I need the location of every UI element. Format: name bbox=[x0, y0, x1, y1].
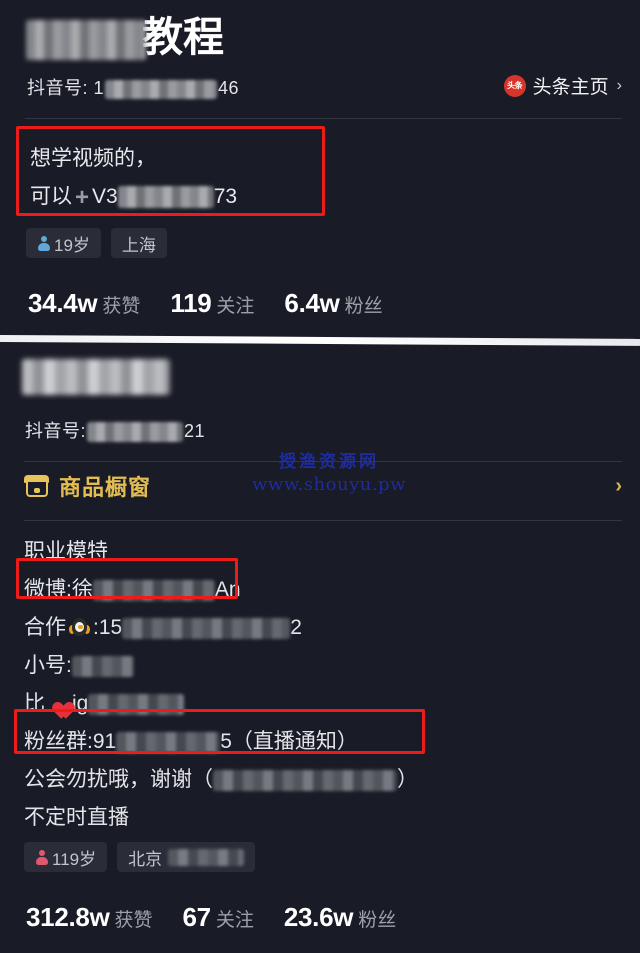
douyin-id-redacted-block bbox=[87, 422, 184, 443]
bio-line-2-tail: 73 bbox=[213, 185, 238, 208]
divider-above-shop bbox=[24, 461, 622, 462]
cooperation-mid: :15 bbox=[93, 616, 123, 639]
alt-account-redacted-block bbox=[71, 655, 134, 677]
qq-penguin-icon bbox=[69, 617, 90, 638]
fan-group-redacted-block bbox=[116, 731, 221, 753]
bio-line-instagram: 比 ig bbox=[24, 685, 418, 723]
tag-location-redacted-block bbox=[168, 848, 245, 866]
heart-icon bbox=[48, 694, 69, 713]
toutiao-homepage-link[interactable]: 头条 头条主页 › bbox=[503, 72, 622, 99]
stat-likes-label: 获赞 bbox=[114, 910, 153, 931]
stat-likes[interactable]: 34.4w 获赞 bbox=[28, 288, 140, 319]
tag-location-label: 北京 bbox=[128, 849, 163, 869]
stat-followers-label: 粉丝 bbox=[344, 296, 383, 317]
profile-1-tags: 19岁 上海 bbox=[26, 228, 167, 258]
stat-followers[interactable]: 6.4w 粉丝 bbox=[284, 288, 382, 319]
bio-line-2-prefix: 可以 bbox=[30, 185, 72, 208]
weibo-redacted-block bbox=[92, 579, 215, 601]
douyin-id-redacted-block bbox=[105, 79, 218, 99]
chevron-right-icon: › bbox=[616, 76, 622, 94]
guild-notice-redacted-block bbox=[213, 769, 397, 791]
divider-profile-1 bbox=[25, 118, 622, 119]
bio-line-occupation: 职业模特 bbox=[24, 540, 108, 563]
tag-location[interactable]: 上海 bbox=[110, 228, 167, 258]
bio-line-cooperation: 合作 :15 2 bbox=[24, 609, 418, 647]
stat-following-value: 67 bbox=[182, 902, 212, 932]
profile-2-tags: 119岁 北京 bbox=[24, 842, 256, 872]
stat-likes[interactable]: 312.8w 获赞 bbox=[26, 902, 153, 933]
douyin-profile-screenshot: 教程 抖音号: 1 46 头条 头条主页 › 想学视频的， 可以 + V3 73 19岁… bbox=[0, 0, 640, 953]
fan-group-mid: 5 bbox=[220, 730, 232, 753]
product-showcase-row[interactable]: 商品橱窗 › bbox=[24, 463, 622, 509]
alt-account-prefix: 小号: bbox=[24, 654, 72, 677]
douyin-id-label: 抖音号: bbox=[25, 421, 87, 441]
profile-1-douyin-id: 抖音号: 1 46 bbox=[27, 74, 239, 100]
stat-likes-value: 34.4w bbox=[28, 288, 98, 318]
cooperation-tail: 2 bbox=[290, 616, 302, 639]
stat-following[interactable]: 119 关注 bbox=[170, 288, 254, 319]
guild-notice-prefix: 公会勿扰哦，谢谢（ bbox=[24, 768, 213, 791]
bio-redacted-block bbox=[117, 186, 214, 209]
tag-age[interactable]: 119岁 bbox=[24, 842, 108, 872]
profile-1-stats: 34.4w 获赞 119 关注 6.4w 粉丝 bbox=[28, 288, 413, 319]
profile-2-douyin-id: 抖音号: 21 bbox=[25, 417, 205, 443]
instagram-mid: ig bbox=[72, 692, 89, 715]
profile-2-nickname-redacted bbox=[22, 359, 170, 395]
tag-age-label: 19岁 bbox=[54, 235, 90, 255]
instagram-prefix: 比 bbox=[24, 692, 45, 715]
cooperation-prefix: 合作 bbox=[24, 616, 66, 639]
stat-likes-value: 312.8w bbox=[26, 902, 110, 932]
section-separator bbox=[0, 335, 640, 346]
profile-2-stats: 312.8w 获赞 67 关注 23.6w 粉丝 bbox=[26, 902, 426, 933]
stat-following-value: 119 bbox=[170, 288, 212, 318]
toutiao-icon: 头条 bbox=[503, 74, 526, 97]
plus-icon: + bbox=[75, 184, 90, 211]
tag-location[interactable]: 北京 bbox=[117, 842, 256, 872]
instagram-redacted-block bbox=[88, 693, 185, 715]
stat-following-label: 关注 bbox=[216, 296, 255, 317]
toutiao-label: 头条主页 bbox=[532, 77, 609, 98]
person-icon bbox=[35, 849, 48, 865]
profile-1-nickname-text: 教程 bbox=[142, 14, 224, 60]
stat-following[interactable]: 67 关注 bbox=[183, 902, 254, 933]
douyin-id-tail: 46 bbox=[218, 78, 240, 98]
bio-line-1: 想学视频的， bbox=[30, 147, 156, 170]
bio-line-2: 可以 + V3 73 bbox=[30, 178, 237, 217]
profile-2-bio: 职业模特 微博:徐 An 合作 :15 2 小号: 比 ig 粉丝群:91 5（直播通知… bbox=[24, 533, 418, 837]
profile-1-bio: 想学视频的， 可以 + V3 73 bbox=[30, 140, 237, 217]
bio-line-2-mid: V3 bbox=[92, 185, 118, 208]
bio-line-weibo: 微博:徐 An bbox=[24, 571, 418, 609]
chevron-right-icon: › bbox=[615, 474, 622, 497]
stat-likes-label: 获赞 bbox=[102, 296, 141, 317]
bio-line-alt-account: 小号: bbox=[24, 647, 418, 685]
douyin-id-tail: 21 bbox=[184, 421, 206, 441]
weibo-prefix: 微博:徐 bbox=[24, 578, 93, 601]
shop-icon bbox=[24, 475, 49, 497]
person-icon bbox=[37, 235, 50, 251]
tag-age-label: 119岁 bbox=[52, 849, 97, 869]
stat-followers-value: 23.6w bbox=[283, 902, 354, 932]
stat-followers[interactable]: 23.6w 粉丝 bbox=[284, 902, 396, 933]
stat-following-label: 关注 bbox=[215, 910, 254, 931]
bio-line-live-schedule: 不定时直播 bbox=[24, 806, 129, 829]
bio-line-guild-notice: 公会勿扰哦，谢谢（ ） bbox=[24, 761, 418, 799]
cooperation-redacted-block bbox=[122, 617, 291, 639]
profile-1-nickname: 教程 bbox=[26, 11, 224, 63]
weibo-tail: An bbox=[214, 578, 241, 601]
stat-followers-label: 粉丝 bbox=[358, 910, 397, 931]
fan-group-prefix: 粉丝群:91 bbox=[24, 730, 117, 753]
product-showcase-label: 商品橱窗 bbox=[59, 475, 152, 500]
tag-age[interactable]: 19岁 bbox=[26, 228, 101, 258]
nickname-redacted-block bbox=[26, 20, 146, 61]
douyin-id-label: 抖音号: 1 bbox=[27, 78, 105, 98]
divider-below-shop bbox=[24, 520, 622, 521]
stat-followers-value: 6.4w bbox=[284, 288, 340, 318]
fan-group-tail: （直播通知） bbox=[231, 730, 358, 753]
guild-notice-tail: ） bbox=[397, 768, 418, 791]
tag-location-label: 上海 bbox=[121, 235, 156, 255]
bio-line-fan-group: 粉丝群:91 5（直播通知） bbox=[24, 723, 418, 761]
